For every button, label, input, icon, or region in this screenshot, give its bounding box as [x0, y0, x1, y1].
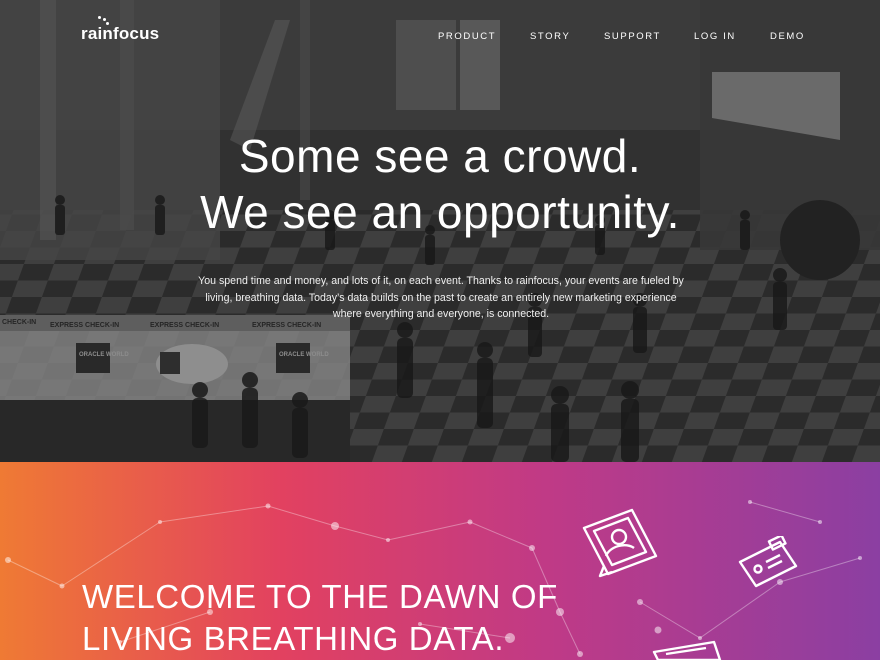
- welcome-title-line-2: LIVING BREATHING DATA.: [82, 620, 505, 657]
- welcome-title: WELCOME TO THE DAWN OF LIVING BREATHING …: [82, 576, 558, 660]
- nav-item-demo[interactable]: DEMO: [770, 31, 805, 42]
- hero-headline-line-1: Some see a crowd.: [238, 130, 642, 182]
- welcome-title-line-1: WELCOME TO THE DAWN OF: [82, 578, 558, 615]
- hero-section: EXPRESS CHECK-IN EXPRESS CHECK-IN EXPRES…: [0, 0, 880, 462]
- hero-headline-line-2: We see an opportunity.: [200, 186, 680, 238]
- nav-item-login[interactable]: LOG IN: [694, 31, 736, 42]
- id-badge-icon: [738, 536, 798, 588]
- screen-icon: [652, 640, 722, 660]
- person-card-icon: [582, 508, 658, 578]
- nav-item-support[interactable]: SUPPORT: [604, 31, 661, 42]
- hero-intro-line-2: living, breathing data. Today’s data bui…: [205, 291, 677, 304]
- hero-intro-line-1: You spend time and money, and lots of it…: [198, 275, 684, 287]
- welcome-section: WELCOME TO THE DAWN OF LIVING BREATHING …: [0, 462, 880, 660]
- main-nav: PRODUCT STORY SUPPORT LOG IN DEMO: [0, 31, 880, 45]
- nav-item-story[interactable]: STORY: [530, 31, 570, 42]
- nav-item-product[interactable]: PRODUCT: [438, 31, 496, 42]
- hero-intro-line-3: where everything and everyone, is connec…: [332, 308, 550, 320]
- hero-intro: You spend time and money, and lots of it…: [160, 273, 722, 323]
- hero-headline: Some see a crowd. We see an opportunity.: [0, 128, 880, 240]
